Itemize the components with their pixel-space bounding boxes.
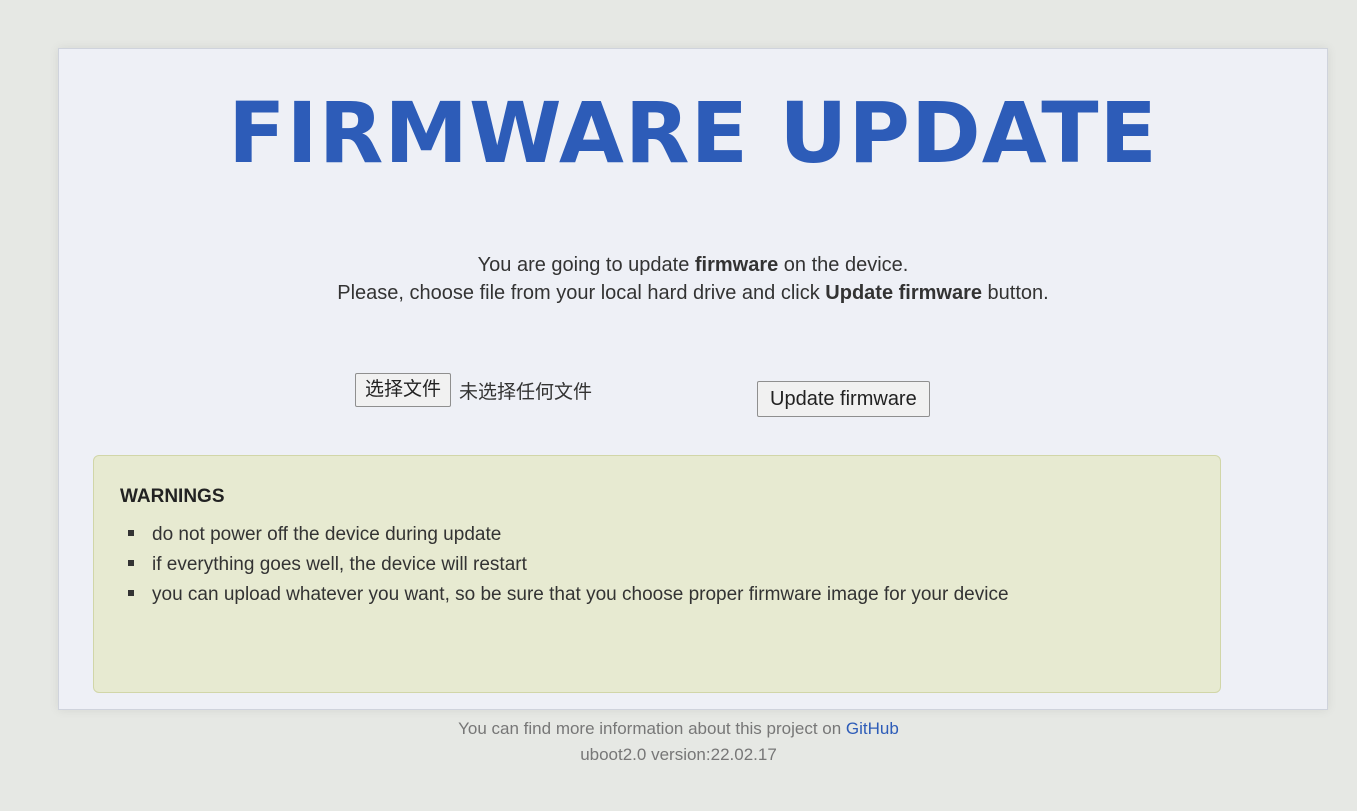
intro-line-1-suffix: on the device. [778, 254, 909, 276]
file-status-text: 未选择任何文件 [459, 381, 593, 403]
square-bullet-icon [128, 560, 134, 566]
square-bullet-icon [128, 590, 134, 596]
footer: You can find more information about this… [0, 716, 1357, 768]
page-title: FIRMWARE UPDATE [228, 84, 1158, 182]
intro-line-2-prefix: Please, choose file from your local hard… [337, 282, 826, 304]
warning-item: if everything goes well, the device will… [128, 550, 1194, 580]
warnings-list: do not power off the device during updat… [120, 520, 1194, 610]
github-link[interactable]: GitHub [846, 719, 899, 738]
file-input[interactable]: 选择文件 未选择任何文件 [355, 373, 592, 407]
intro-line-1-prefix: You are going to update [477, 254, 695, 276]
warning-text: do not power off the device during updat… [152, 524, 502, 545]
intro-line-2-suffix: button. [982, 282, 1049, 304]
update-firmware-button[interactable]: Update firmware [757, 381, 930, 417]
warning-text: if everything goes well, the device will… [152, 554, 527, 575]
version-text: uboot2.0 version:22.02.17 [580, 745, 777, 764]
warnings-box: WARNINGS do not power off the device dur… [93, 455, 1221, 693]
intro-line-2: Please, choose file from your local hard… [59, 279, 1327, 307]
warning-item: do not power off the device during updat… [128, 520, 1194, 550]
intro-line-1: You are going to update firmware on the … [59, 251, 1327, 279]
warnings-title: WARNINGS [120, 486, 225, 507]
footer-info-line: You can find more information about this… [0, 716, 1357, 742]
warning-text: you can upload whatever you want, so be … [152, 584, 1009, 605]
firmware-update-panel: FIRMWARE UPDATE You are going to update … [58, 48, 1328, 710]
warning-item: you can upload whatever you want, so be … [128, 580, 1194, 610]
footer-info-text: You can find more information about this… [458, 719, 846, 738]
intro-line-1-bold: firmware [694, 254, 779, 276]
upload-form: 选择文件 未选择任何文件 Update firmware [355, 373, 965, 417]
intro-text: You are going to update firmware on the … [59, 251, 1327, 307]
choose-file-button[interactable]: 选择文件 [355, 373, 452, 407]
intro-line-2-bold: Update firmware [825, 282, 982, 304]
square-bullet-icon [128, 530, 134, 536]
